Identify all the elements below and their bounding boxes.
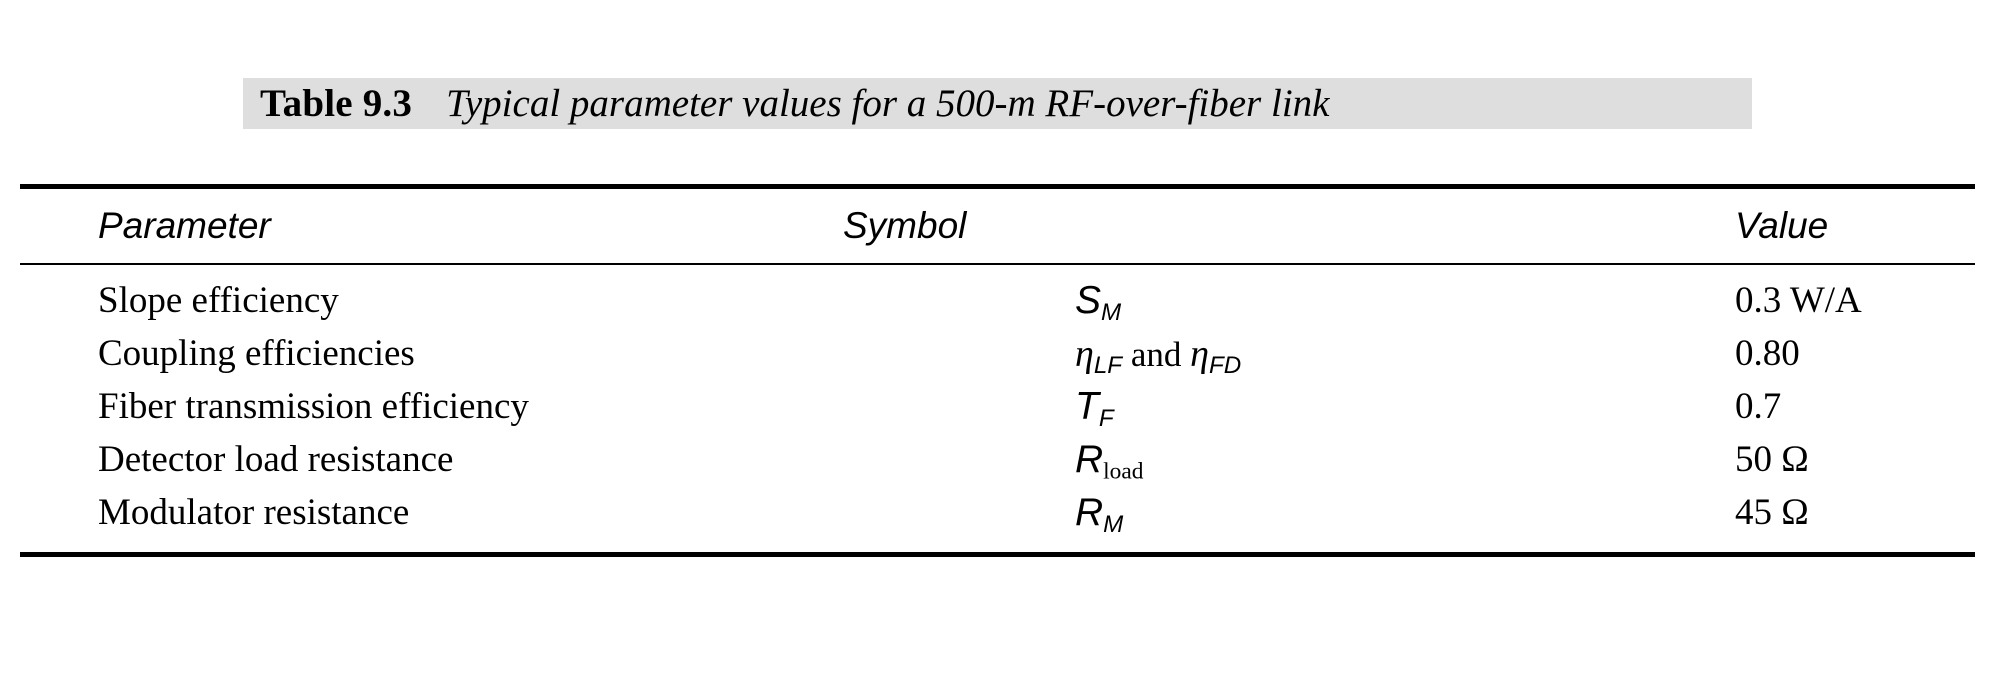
symbol-base: T	[1075, 385, 1099, 428]
table-caption-text: Typical parameter values for a 500-m RF-…	[446, 82, 1330, 125]
table-bottom-rule	[20, 552, 1975, 557]
cell-parameter: Detector load resistance	[98, 439, 454, 480]
parameter-table: Parameter Symbol Value Slope efficiency …	[20, 184, 1975, 557]
table-body: Slope efficiency SM 0.3 W/A Coupling eff…	[20, 265, 1975, 552]
symbol-subscript: M	[1101, 298, 1122, 326]
table-row: Fiber transmission efficiency TF 0.7	[20, 380, 1975, 433]
cell-parameter: Slope efficiency	[98, 280, 339, 321]
cell-parameter: Modulator resistance	[98, 492, 410, 533]
symbol-subscript: LF	[1093, 351, 1123, 379]
column-header-parameter: Parameter	[98, 205, 271, 246]
cell-value: 0.3 W/A	[1735, 280, 1862, 321]
cell-symbol: RM	[1075, 486, 1123, 539]
column-header-value: Value	[1735, 205, 1829, 246]
symbol-conjunction: and	[1122, 335, 1191, 374]
cell-value: 0.7	[1735, 386, 1782, 427]
table-row: Slope efficiency SM 0.3 W/A	[20, 274, 1975, 327]
cell-value: 45 Ω	[1735, 492, 1809, 533]
symbol-subscript: load	[1103, 458, 1144, 485]
table-caption-band: Table 9.3 Typical parameter values for a…	[243, 78, 1752, 129]
table-row: Detector load resistance Rload 50 Ω	[20, 433, 1975, 486]
table-caption-label: Table 9.3	[260, 82, 413, 125]
cell-symbol: ηLF and ηFD	[1075, 327, 1241, 381]
cell-parameter: Fiber transmission efficiency	[98, 386, 529, 427]
cell-value: 0.80	[1735, 333, 1800, 374]
column-header-symbol: Symbol	[843, 205, 967, 246]
cell-symbol: SM	[1075, 274, 1121, 327]
symbol-base-2: η	[1190, 333, 1209, 375]
symbol-base: R	[1075, 491, 1104, 534]
symbol-subscript-2: FD	[1208, 351, 1242, 379]
table-row: Coupling efficiencies ηLF and ηFD 0.80	[20, 327, 1975, 380]
symbol-subscript: F	[1098, 404, 1114, 432]
symbol-base: R	[1075, 438, 1104, 481]
symbol-base: S	[1075, 279, 1102, 322]
cell-symbol: TF	[1075, 380, 1114, 433]
cell-parameter: Coupling efficiencies	[98, 333, 415, 374]
symbol-base: η	[1075, 333, 1094, 375]
cell-symbol: Rload	[1075, 433, 1143, 486]
symbol-subscript: M	[1103, 510, 1124, 538]
table-row: Modulator resistance RM 45 Ω	[20, 486, 1975, 539]
cell-value: 50 Ω	[1735, 439, 1809, 480]
table-header-row: Parameter Symbol Value	[20, 189, 1975, 263]
